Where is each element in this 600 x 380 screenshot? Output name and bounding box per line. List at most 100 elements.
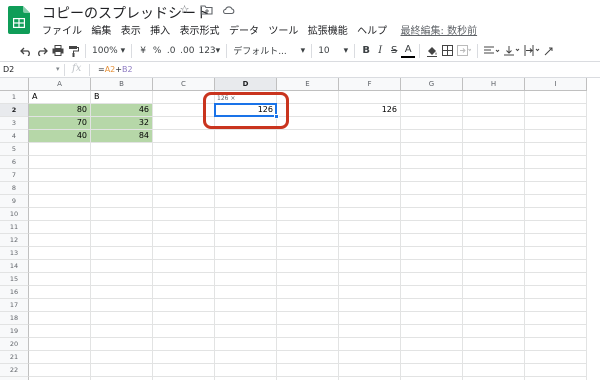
menu-edit[interactable]: 編集 (91, 22, 111, 37)
cell-e8[interactable] (277, 182, 339, 195)
cell-h21[interactable] (463, 351, 525, 364)
cell-e21[interactable] (277, 351, 339, 364)
cell-e18[interactable] (277, 312, 339, 325)
cell-a6[interactable] (29, 156, 91, 169)
cell-h3[interactable] (463, 117, 525, 130)
cell-a20[interactable] (29, 338, 91, 351)
cell-i21[interactable] (525, 351, 587, 364)
cell-g7[interactable] (401, 169, 463, 182)
cell-d14[interactable] (215, 260, 277, 273)
cell-a10[interactable] (29, 208, 91, 221)
cell-d16[interactable] (215, 286, 277, 299)
cell-h1[interactable] (463, 91, 525, 104)
cell-a8[interactable] (29, 182, 91, 195)
cell-a1[interactable]: A (29, 91, 91, 104)
cell-e9[interactable] (277, 195, 339, 208)
cell-h17[interactable] (463, 299, 525, 312)
cell-b13[interactable] (91, 247, 153, 260)
cell-i7[interactable] (525, 169, 587, 182)
cell-f8[interactable] (339, 182, 401, 195)
cell-c14[interactable] (153, 260, 215, 273)
cell-f11[interactable] (339, 221, 401, 234)
cell-a4[interactable]: 40 (29, 130, 91, 143)
cell-g18[interactable] (401, 312, 463, 325)
text-rotation-icon[interactable] (542, 42, 556, 60)
cell-g21[interactable] (401, 351, 463, 364)
cell-h16[interactable] (463, 286, 525, 299)
cell-e12[interactable] (277, 234, 339, 247)
bold-button[interactable]: B (359, 42, 373, 60)
row-header-4[interactable]: 4 (0, 130, 29, 143)
menu-insert[interactable]: 挿入 (150, 22, 170, 37)
cell-a5[interactable] (29, 143, 91, 156)
cell-e6[interactable] (277, 156, 339, 169)
cell-d20[interactable] (215, 338, 277, 351)
cell-b9[interactable] (91, 195, 153, 208)
cell-c13[interactable] (153, 247, 215, 260)
cell-e19[interactable] (277, 325, 339, 338)
vertical-align-icon[interactable] (502, 42, 522, 60)
name-box[interactable]: D2 (3, 65, 14, 74)
cell-g14[interactable] (401, 260, 463, 273)
menu-help[interactable]: ヘルプ (357, 22, 387, 37)
paint-format-icon[interactable] (66, 42, 81, 60)
star-icon[interactable]: ☆ (178, 3, 191, 16)
zoom-select[interactable]: 100% ▾ (90, 42, 127, 60)
row-header-13[interactable]: 13 (0, 247, 29, 260)
column-header-f[interactable]: F (339, 78, 401, 91)
cell-d9[interactable] (215, 195, 277, 208)
row-header-22[interactable]: 22 (0, 364, 29, 377)
cell-d22[interactable] (215, 364, 277, 377)
cell-i11[interactable] (525, 221, 587, 234)
strikethrough-button[interactable]: S (387, 42, 401, 60)
cell-a7[interactable] (29, 169, 91, 182)
row-header-20[interactable]: 20 (0, 338, 29, 351)
cell-a12[interactable] (29, 234, 91, 247)
cell-a2[interactable]: 80 (29, 104, 91, 117)
row-header-2[interactable]: 2 (0, 104, 29, 117)
menu-view[interactable]: 表示 (121, 22, 141, 37)
cell-c11[interactable] (153, 221, 215, 234)
row-header-15[interactable]: 15 (0, 273, 29, 286)
cell-i12[interactable] (525, 234, 587, 247)
cell-c19[interactable] (153, 325, 215, 338)
cell-h2[interactable] (463, 104, 525, 117)
column-header-d[interactable]: D (215, 78, 277, 91)
cell-b12[interactable] (91, 234, 153, 247)
cell-d21[interactable] (215, 351, 277, 364)
row-header-21[interactable]: 21 (0, 351, 29, 364)
cell-a14[interactable] (29, 260, 91, 273)
cell-h6[interactable] (463, 156, 525, 169)
cell-g17[interactable] (401, 299, 463, 312)
cell-f1[interactable] (339, 91, 401, 104)
cell-h9[interactable] (463, 195, 525, 208)
menu-data[interactable]: データ (229, 22, 259, 37)
cell-e16[interactable] (277, 286, 339, 299)
sheets-logo-icon[interactable] (8, 6, 30, 34)
cell-g8[interactable] (401, 182, 463, 195)
cell-i2[interactable] (525, 104, 587, 117)
menu-extensions[interactable]: 拡張機能 (308, 22, 348, 37)
name-box-chevron-icon[interactable]: ▾ (56, 65, 60, 73)
print-icon[interactable] (50, 42, 66, 60)
cell-g6[interactable] (401, 156, 463, 169)
increase-decimal-button[interactable]: .00 (178, 42, 196, 60)
cell-f13[interactable] (339, 247, 401, 260)
cell-h4[interactable] (463, 130, 525, 143)
cell-c6[interactable] (153, 156, 215, 169)
select-all-corner[interactable] (0, 78, 29, 91)
cell-h13[interactable] (463, 247, 525, 260)
cell-a9[interactable] (29, 195, 91, 208)
cell-a19[interactable] (29, 325, 91, 338)
cell-c10[interactable] (153, 208, 215, 221)
cell-c12[interactable] (153, 234, 215, 247)
more-formats-button[interactable]: 123 ▾ (196, 42, 222, 60)
column-header-i[interactable]: I (525, 78, 587, 91)
cell-c21[interactable] (153, 351, 215, 364)
row-header-7[interactable]: 7 (0, 169, 29, 182)
cell-i15[interactable] (525, 273, 587, 286)
italic-button[interactable]: I (373, 42, 387, 60)
cell-c4[interactable] (153, 130, 215, 143)
cell-a15[interactable] (29, 273, 91, 286)
cell-d12[interactable] (215, 234, 277, 247)
